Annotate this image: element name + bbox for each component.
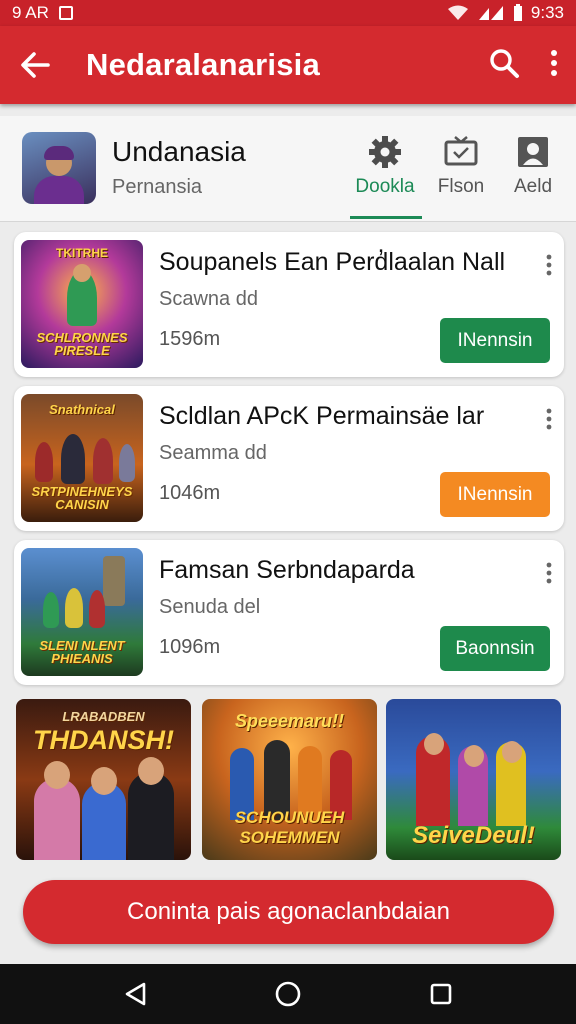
overflow-menu-button[interactable] bbox=[550, 49, 558, 82]
list-item[interactable]: SLENI NLENT PHIEANIS Famsan Serbndaparda… bbox=[14, 540, 564, 685]
banner-title: SeiveDeul! bbox=[412, 822, 535, 849]
system-nav-bar bbox=[0, 964, 576, 1024]
tab-flson-label: Flson bbox=[437, 176, 485, 197]
status-bar: 9 AR 9:33 bbox=[0, 0, 576, 26]
notification-icon bbox=[58, 6, 73, 20]
nav-back-icon[interactable] bbox=[123, 981, 147, 1007]
thumb-caption: SLENI NLENT PHIEANIS bbox=[39, 637, 125, 667]
back-button[interactable] bbox=[18, 48, 52, 82]
banner-top-text: Speeemaru!! bbox=[234, 711, 345, 731]
search-button[interactable] bbox=[488, 47, 520, 84]
wifi-icon bbox=[447, 5, 468, 20]
tab-aeld[interactable]: Aeld bbox=[498, 134, 568, 198]
install-button[interactable]: INennsin bbox=[440, 472, 550, 517]
banner-title: THDANSH! bbox=[33, 725, 174, 755]
active-tab-indicator bbox=[350, 216, 422, 219]
more-vert-icon[interactable] bbox=[546, 562, 552, 584]
profile-name: Undanasia bbox=[112, 136, 246, 167]
tv-icon bbox=[444, 136, 478, 166]
banner-top-text: LRABADBEN bbox=[62, 709, 145, 724]
game-title: Famsan Serbndaparda bbox=[159, 556, 415, 584]
app-bar: Nedaralanarisia bbox=[0, 26, 576, 104]
game-thumbnail: TKITRHE SCHLRONNES PIRESLE bbox=[21, 240, 143, 368]
promo-banner[interactable]: LRABADBEN THDANSH! bbox=[16, 699, 191, 860]
thumb-top-text: Snathnical bbox=[49, 402, 115, 417]
nav-recents-icon[interactable] bbox=[429, 982, 453, 1006]
arrow-left-icon bbox=[21, 52, 50, 78]
install-button[interactable]: Baonnsin bbox=[440, 626, 550, 671]
list-item[interactable]: TKITRHE SCHLRONNES PIRESLE Soupanels Ean… bbox=[14, 232, 564, 377]
more-vert-icon[interactable] bbox=[546, 254, 552, 276]
game-title: Scldlan APcK Permainsäe lar bbox=[159, 402, 485, 430]
avatar[interactable] bbox=[22, 132, 96, 204]
install-button[interactable]: INennsin bbox=[440, 318, 550, 363]
game-subtitle: Scawna dd bbox=[159, 288, 258, 310]
promo-banner[interactable]: SeiveDeul! bbox=[386, 699, 561, 860]
more-vert-icon[interactable] bbox=[546, 408, 552, 430]
banner-title: SCHOUNUEH SOHEMMEN bbox=[234, 808, 345, 847]
gear-icon bbox=[369, 136, 401, 168]
tab-dookla[interactable]: Dookla bbox=[350, 134, 420, 198]
promo-banner[interactable]: Speeemaru!! SCHOUNUEH SOHEMMEN bbox=[202, 699, 377, 860]
profile-subtitle: Pernansia bbox=[112, 176, 203, 198]
game-size: 1046m bbox=[159, 482, 221, 504]
person-icon bbox=[518, 137, 548, 167]
tab-dookla-label: Dookla bbox=[355, 176, 415, 197]
primary-cta-button[interactable]: Coninta pais agonaclanbdaian bbox=[23, 880, 554, 944]
more-vert-icon bbox=[551, 49, 557, 76]
signal-icon bbox=[478, 6, 503, 20]
game-size: 1596m bbox=[159, 328, 221, 350]
nav-home-icon[interactable] bbox=[274, 980, 302, 1008]
game-thumbnail: SLENI NLENT PHIEANIS bbox=[21, 548, 143, 676]
game-thumbnail: Snathnical SRTPINEHNEYS CANISIN bbox=[21, 394, 143, 522]
battery-icon bbox=[513, 4, 522, 21]
status-time-left: 9 AR bbox=[12, 3, 49, 22]
app-title: Nedaralanarisia bbox=[86, 47, 320, 82]
tab-aeld-label: Aeld bbox=[513, 176, 553, 197]
tab-flson[interactable]: Flson bbox=[426, 134, 496, 198]
profile-header: Undanasia Pernansia Dookla Flson Aeld bbox=[0, 116, 576, 222]
game-size: 1096m bbox=[159, 636, 221, 658]
thumb-caption: SCHLRONNES PIRESLE bbox=[36, 329, 128, 359]
game-subtitle: Seamma dd bbox=[159, 442, 267, 464]
list-item[interactable]: Snathnical SRTPINEHNEYS CANISIN Scldlan … bbox=[14, 386, 564, 531]
game-subtitle: Senuda del bbox=[159, 596, 261, 618]
status-clock: 9:33 bbox=[530, 3, 564, 22]
game-title: Soupanels Ean Perd̓laalan Nall bbox=[159, 248, 506, 276]
search-icon bbox=[490, 48, 519, 78]
thumb-top-text: TKITRHE bbox=[56, 246, 108, 260]
thumb-caption: SRTPINEHNEYS CANISIN bbox=[31, 483, 133, 513]
